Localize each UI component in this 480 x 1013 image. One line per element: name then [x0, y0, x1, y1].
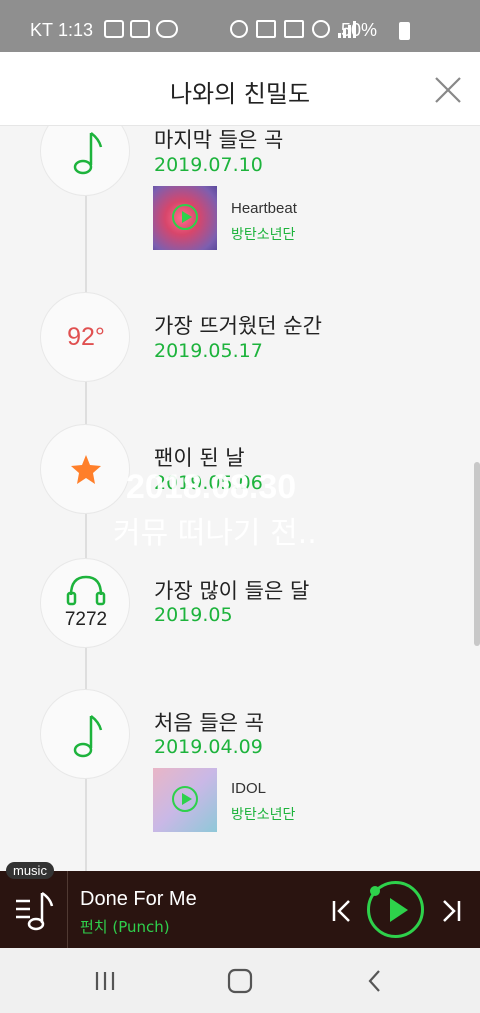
hottest-moment-title: 가장 뜨거웠던 순간 — [154, 314, 322, 338]
overlay-date: 2018.08.30 — [126, 468, 297, 506]
home-icon[interactable] — [225, 966, 255, 996]
listen-count: 7272 — [64, 609, 108, 630]
most-listened-badge: 7272 — [40, 558, 130, 648]
nav-bar — [0, 948, 480, 1013]
first-song-title: 처음 들은 곡 — [154, 711, 264, 735]
last-song-title: 마지막 들은 곡 — [154, 128, 284, 152]
system-icons — [230, 20, 356, 38]
music-tag: music — [6, 862, 54, 879]
star-icon — [71, 455, 101, 484]
battery-icon — [399, 22, 410, 40]
back-icon[interactable] — [360, 966, 390, 996]
most-listened-title: 가장 많이 들은 달 — [154, 579, 310, 603]
carrier-label: KT — [30, 20, 54, 40]
header: 나와의 친밀도 — [0, 52, 480, 126]
next-icon[interactable] — [440, 899, 462, 923]
intimacy-timeline[interactable]: 마지막 들은 곡 2019.07.10 Heartbeat 방탄소년단 92° … — [0, 126, 480, 871]
song-artist[interactable]: 방탄소년단 — [231, 224, 295, 244]
page-title: 나와의 친밀도 — [169, 80, 311, 108]
scrollbar[interactable] — [474, 462, 480, 646]
talk-icon — [156, 20, 178, 38]
first-song-date: 2019.04.09 — [154, 736, 263, 758]
first-song-badge — [40, 689, 130, 779]
music-note-icon — [73, 132, 103, 175]
wifi-icon — [312, 20, 330, 38]
now-playing-artist[interactable]: 펀치 (Punch) — [80, 916, 170, 937]
play-icon[interactable] — [172, 204, 198, 230]
album-art-heartbeat[interactable] — [153, 186, 217, 250]
mini-player[interactable]: music Done For Me 펀치 (Punch) — [0, 862, 480, 948]
play-icon[interactable] — [172, 786, 198, 812]
menu-icon[interactable] — [14, 889, 56, 933]
status-bar: KT 1:13 50% — [0, 0, 480, 52]
news-icon — [104, 20, 124, 38]
temperature-value: 92° — [67, 323, 105, 351]
song-title[interactable]: Heartbeat — [231, 200, 297, 217]
hd-icon — [284, 20, 304, 38]
battery-percent: 50% — [341, 20, 378, 40]
fan-day-badge — [40, 424, 130, 514]
overlay-caption: 커뮤 떠나기 전.. — [113, 516, 317, 551]
close-icon[interactable] — [432, 74, 464, 106]
most-listened-date: 2019.05 — [154, 604, 233, 626]
hottest-moment-date: 2019.05.17 — [154, 340, 263, 362]
alarm-icon — [230, 20, 248, 38]
progress-dot — [370, 886, 380, 896]
last-song-date: 2019.07.10 — [154, 154, 263, 176]
music-note-icon — [73, 715, 103, 758]
prev-icon[interactable] — [331, 899, 353, 923]
hottest-moment-badge: 92° — [40, 292, 130, 382]
image-icon — [130, 20, 150, 38]
notification-icons — [104, 20, 178, 38]
song-artist[interactable]: 방탄소년단 — [231, 804, 295, 824]
album-art-idol[interactable] — [153, 768, 217, 832]
clock: 1:13 — [58, 20, 94, 40]
headphones-icon — [66, 575, 106, 606]
now-playing-title[interactable]: Done For Me — [80, 888, 197, 911]
last-song-badge — [40, 126, 130, 196]
mute-icon — [256, 20, 276, 38]
recent-apps-icon[interactable] — [90, 966, 120, 996]
song-title[interactable]: IDOL — [231, 780, 266, 797]
player-divider — [67, 871, 68, 948]
